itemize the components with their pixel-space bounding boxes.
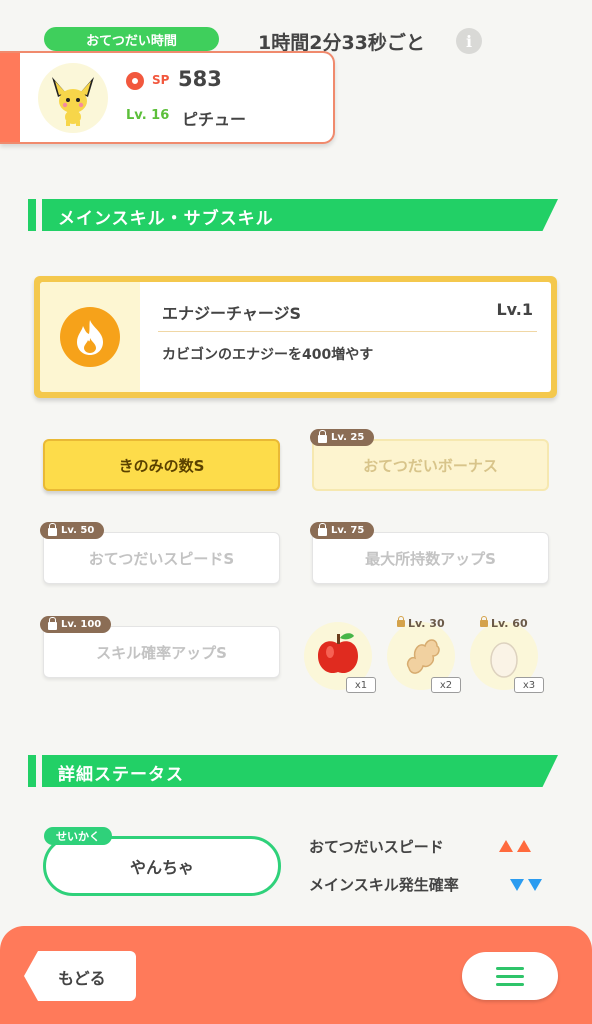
pokemon-avatar — [38, 63, 108, 133]
lock-tag: Lv. 25 — [310, 429, 375, 446]
info-icon[interactable]: i — [456, 28, 482, 54]
help-time-badge: おてつだい時間 — [44, 27, 219, 51]
lock-level: Lv. 75 — [331, 525, 365, 536]
sub-skill-label: スキル確率アップS — [96, 643, 227, 662]
lock-level: Lv. 60 — [491, 617, 528, 630]
lock-icon — [318, 522, 327, 536]
pokemon-name: ピチュー — [182, 110, 247, 129]
card-accent-stripe — [0, 53, 20, 142]
status-section-title: 詳細ステータス — [58, 765, 184, 785]
lock-tag: Lv. 50 — [40, 522, 105, 539]
lock-level: Lv. 100 — [61, 619, 102, 630]
menu-icon — [496, 966, 524, 986]
sub-skill-inventory-up[interactable]: 最大所持数アップS — [312, 532, 549, 584]
stat-up-icon — [498, 838, 536, 857]
lock-tag: Lv. 100 — [40, 616, 112, 633]
ingredient-count: x3 — [514, 677, 544, 693]
sub-skill-helping-speed[interactable]: おてつだいスピードS — [43, 532, 280, 584]
lock-icon — [397, 616, 405, 627]
status-section-header: 詳細ステータス — [28, 755, 558, 787]
lock-icon — [480, 616, 488, 627]
pokemon-card: SP 583 Lv. 16 ピチュー — [0, 51, 335, 144]
lock-level: Lv. 25 — [331, 432, 365, 443]
menu-button[interactable] — [462, 952, 558, 1000]
stat-helping-speed-label: おてつだいスピード — [309, 838, 444, 856]
stat-down-icon — [509, 877, 547, 896]
sp-value: 583 — [178, 67, 222, 91]
ingredient-count: x1 — [346, 677, 376, 693]
sub-skill-trigger-up[interactable]: スキル確率アップS — [43, 626, 280, 678]
sub-skill-helping-bonus[interactable]: おてつだいボーナス — [312, 439, 549, 491]
sub-skill-label: おてつだいボーナス — [363, 456, 498, 475]
main-skill-description: カビゴンのエナジーを400増やす — [162, 347, 374, 363]
sub-skill-label: きのみの数S — [118, 456, 205, 475]
lock-tag: Lv. 75 — [310, 522, 375, 539]
skills-section-header: メインスキル・サブスキル — [28, 199, 558, 231]
back-button[interactable]: もどる — [24, 951, 136, 1001]
lock-icon — [48, 522, 57, 536]
pichu-icon — [52, 77, 94, 126]
main-skill-card[interactable]: エナジーチャージS Lv.1 カビゴンのエナジーを400増やす — [34, 276, 557, 398]
main-skill-name: エナジーチャージS — [162, 304, 302, 323]
nature-tag: せいかく — [44, 827, 112, 845]
main-skill-level: Lv.1 — [496, 300, 533, 319]
lock-icon — [48, 616, 57, 630]
sp-label: SP — [152, 73, 170, 87]
sub-skill-label: 最大所持数アップS — [365, 549, 496, 568]
sp-icon — [126, 72, 144, 90]
ingredient-count: x2 — [431, 677, 461, 693]
lock-level: Lv. 50 — [61, 525, 95, 536]
nature-box[interactable]: やんちゃ — [43, 836, 281, 896]
sub-skill-label: おてつだいスピードS — [88, 549, 235, 568]
ingredient-lock-label: Lv. 30 — [397, 616, 445, 630]
ingredient-lock-label: Lv. 60 — [480, 616, 528, 630]
nature-value: やんちゃ — [129, 858, 194, 877]
sub-skill-berry-count[interactable]: きのみの数S — [43, 439, 280, 491]
fire-icon — [60, 307, 120, 367]
divider — [158, 331, 537, 332]
lock-icon — [318, 429, 327, 443]
skills-section-title: メインスキル・サブスキル — [58, 209, 274, 229]
stat-skill-rate-label: メインスキル発生確率 — [309, 876, 459, 894]
lock-level: Lv. 30 — [408, 617, 445, 630]
back-button-label: もどる — [58, 969, 106, 988]
pokemon-level: Lv. 16 — [126, 108, 170, 123]
